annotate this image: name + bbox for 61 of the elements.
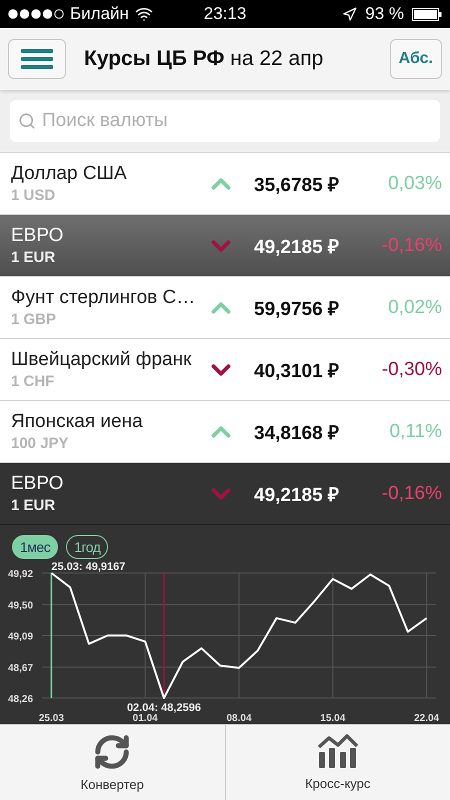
axis-label: 15.04 [320,713,346,723]
axis-label: 49,92 [8,569,34,580]
rate-value: 49,2185 ₽ [254,236,340,258]
signal-icon [8,9,64,19]
rate-value: 40,3101 ₽ [254,360,340,382]
currency-name: Доллар США [11,163,128,185]
clock-time: 23:13 [204,4,246,24]
currency-name: Швейцарский франк [11,349,192,371]
currency-unit: 1 GBP [11,311,58,328]
bar-chart-icon [316,734,359,770]
rate-change: -0,16% [380,482,442,504]
point-label: 25.03: 49,9167 [51,561,126,573]
rate-value: 59,9756 ₽ [254,298,340,320]
axis-label: 01.04 [132,713,158,723]
rate-change: 0,02% [387,296,442,318]
search-field[interactable]: Поиск валюты [10,100,440,142]
rate-change: -0,16% [380,234,442,256]
currency-row[interactable]: ЕВРО 1 EUR 49,2185 ₽ -0,16% [0,214,450,276]
period-tab[interactable]: 1год [66,535,108,559]
tab-bar-button[interactable]: Кросс-курс [224,725,450,800]
menu-button[interactable] [8,39,66,79]
rate-value: 49,2185 ₽ [254,484,340,506]
carrier-name: Билайн [70,4,129,24]
currency-name: ЕВРО [11,473,64,495]
rate-value: 35,6785 ₽ [254,174,340,196]
wifi-icon [134,5,153,23]
currency-row[interactable]: Доллар США 1 USD 35,6785 ₽ 0,03% [0,152,450,214]
axis-label: 48,26 [8,694,34,705]
currency-row[interactable]: ЕВРО 1 EUR 49,2185 ₽ -0,16% [0,462,450,524]
location-arrow-icon [342,6,358,22]
search-icon [18,112,36,130]
battery-percent: 93 % [365,4,404,24]
tab-bar-button[interactable]: Конвертер [0,725,224,800]
axis-label: 49,09 [8,632,34,642]
currency-row[interactable]: Японская иена 100 JPY 34,8168 ₽ 0,11% [0,400,450,462]
currency-row[interactable]: Фунт стерлингов С… 1 GBP 59,9756 ₽ 0,02% [0,276,450,338]
axis-label: 48,67 [8,663,34,674]
currency-name: ЕВРО [11,225,64,247]
screen-title: Курсы ЦБ РФ на 22 апр [84,47,324,71]
axis-label: 08.04 [226,713,252,723]
menu-icon [21,48,53,70]
period-tab[interactable]: 1мес [12,535,58,559]
rate-change: -0,30% [380,358,442,380]
point-label: 02.04: 48,2596 [126,702,201,714]
currency-unit: 1 EUR [11,249,56,266]
currency-name: Японская иена [11,411,144,433]
currency-name: Фунт стерлингов С… [11,287,196,309]
rate-value: 34,8168 ₽ [254,422,340,444]
axis-label: 22.04 [414,713,440,723]
currency-unit: 1 CHF [11,373,56,390]
axis-label: 49,50 [8,600,34,612]
currency-row[interactable]: Швейцарский франк 1 CHF 40,3101 ₽ -0,30% [0,338,450,400]
absolute-mode-button[interactable]: Абс. [390,39,442,79]
rate-change: 0,11% [388,420,442,442]
currency-unit: 1 EUR [11,497,56,514]
currency-unit: 100 JPY [11,435,70,452]
currency-unit: 1 USD [11,187,56,204]
battery-icon [412,8,442,20]
axis-label: 25.03 [38,713,64,723]
rate-change: 0,03% [387,172,442,194]
refresh-arrows-icon [93,733,132,771]
